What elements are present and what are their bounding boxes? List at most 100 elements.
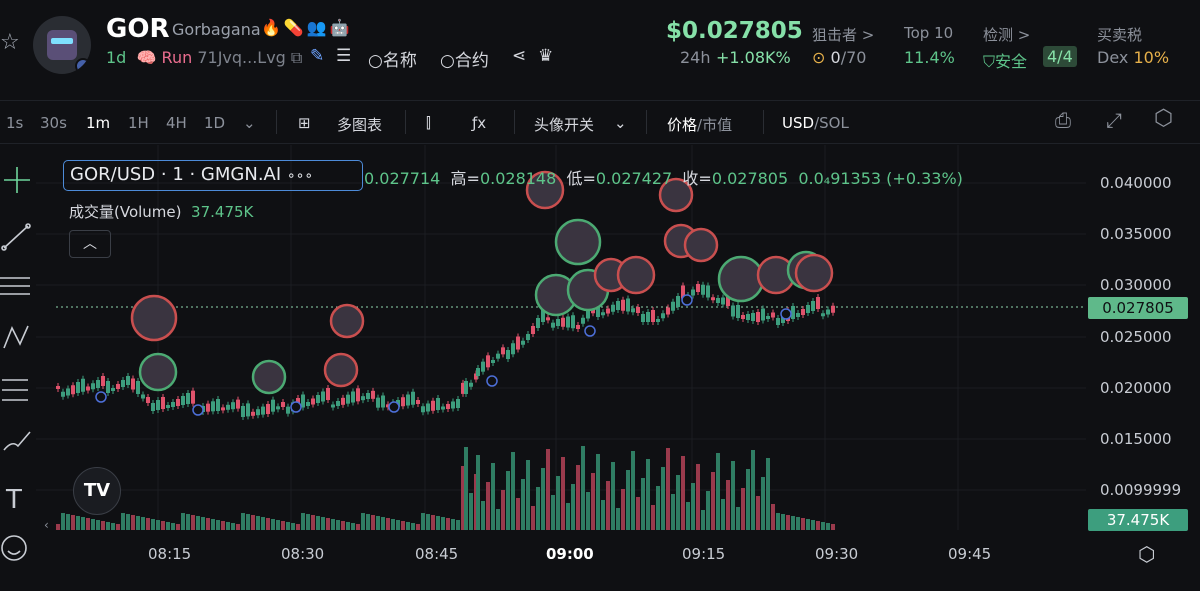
volume-bar — [421, 513, 425, 530]
emoji-icon[interactable] — [1, 535, 27, 561]
more-options-icon[interactable]: ∘∘∘ — [287, 168, 313, 184]
candle-body — [831, 305, 835, 313]
volume-bar — [656, 486, 660, 530]
volume-bar — [741, 488, 745, 530]
copy-icon[interactable]: ⧉ — [291, 48, 302, 67]
candle-body — [341, 397, 345, 405]
avatar-toggle-button[interactable]: 头像开关 — [534, 114, 594, 135]
candle-body — [431, 400, 435, 411]
volume-bar — [566, 503, 570, 530]
crown-icon[interactable]: ♛ — [538, 46, 553, 66]
chevron-down-icon[interactable]: ⌄ — [614, 114, 627, 132]
candle-type-icon[interactable]: ⫿ — [426, 114, 431, 132]
candle-body — [551, 322, 555, 328]
volume-bar — [776, 513, 780, 530]
token-address[interactable]: 71Jvq...Lvg — [197, 48, 286, 67]
text-tool-icon[interactable]: T — [5, 485, 22, 515]
timeframe-dropdown-icon[interactable]: ⌄ — [243, 114, 256, 132]
trader-avatar — [683, 227, 719, 263]
volume-bar — [626, 470, 630, 530]
last-price-tag: 0.027805 — [1088, 297, 1188, 319]
fullscreen-icon[interactable]: ⤢ — [1106, 108, 1122, 132]
volume-bar — [671, 494, 675, 530]
candle-body — [621, 299, 625, 311]
volume-bar — [456, 520, 460, 530]
trendline-icon[interactable] — [1, 223, 31, 251]
volume-bar — [691, 483, 695, 530]
run-icon: 🧠 — [131, 48, 157, 67]
volume-bar — [416, 524, 420, 530]
feather-icon[interactable]: ✎ — [310, 46, 324, 66]
brush-icon[interactable] — [3, 431, 31, 451]
volume-bar — [641, 478, 645, 530]
x-tick: 08:45 — [415, 545, 459, 563]
check-label[interactable]: 检测 > — [983, 24, 1030, 45]
change-period: 24h — [680, 48, 711, 67]
volume-bar — [816, 521, 820, 530]
indicator-fx-icon[interactable]: ƒx — [472, 114, 486, 132]
volume-bar — [331, 519, 335, 530]
tradingview-logo[interactable]: TV — [73, 467, 121, 515]
candle-body — [761, 308, 765, 321]
candle-body — [616, 301, 620, 310]
measure-icon[interactable] — [2, 379, 28, 401]
volume-bar — [469, 493, 473, 530]
volume-bar — [686, 502, 690, 530]
timeframe-1m[interactable]: 1m — [86, 114, 110, 132]
volume-bar — [591, 473, 595, 530]
volume-bar — [631, 451, 635, 530]
timeframe-1h[interactable]: 1H — [128, 114, 149, 132]
list-icon[interactable]: ☰ — [336, 46, 351, 66]
candle-body — [381, 395, 385, 408]
camera-icon[interactable]: ⎙ — [1055, 108, 1071, 132]
volume-bar — [351, 523, 355, 530]
candle-body — [81, 378, 85, 392]
token-avatar[interactable] — [33, 16, 91, 74]
pattern-icon[interactable] — [3, 325, 29, 349]
crosshair-icon[interactable] — [4, 167, 30, 193]
chart-pair-title[interactable]: GOR/USD · 1 · GMGN.AI ∘∘∘ — [63, 160, 363, 191]
candle-body — [746, 314, 750, 320]
share-icon[interactable]: ⋖ — [512, 46, 526, 66]
candle-body — [236, 399, 240, 409]
collapse-legend-button[interactable]: ︿ — [69, 230, 111, 258]
search-contract-button[interactable]: ○合约 — [440, 46, 489, 71]
volume-bar — [201, 517, 205, 530]
volume-bar — [401, 521, 405, 530]
volume-bar — [406, 522, 410, 530]
price-mcap-toggle[interactable]: 价格/市值 — [667, 114, 732, 135]
x-tick: 08:15 — [148, 545, 192, 563]
candle-body — [126, 376, 130, 385]
candle-body — [76, 382, 80, 393]
volume-bar — [831, 524, 835, 530]
usd-sol-toggle[interactable]: USD/SOL — [782, 114, 849, 132]
candle-body — [651, 310, 655, 322]
timeframe-4h[interactable]: 4H — [166, 114, 187, 132]
candle-body — [581, 317, 585, 324]
search-name-button[interactable]: ○名称 — [368, 46, 417, 71]
snipers-value: ⊙ 0/70 — [812, 48, 867, 67]
volume-bar — [731, 461, 735, 530]
candle-body — [666, 307, 670, 315]
volume-bar — [796, 517, 800, 530]
add-chart-icon[interactable]: ⊞ — [298, 114, 311, 132]
settings-gear-icon[interactable]: ⬡ — [1154, 106, 1173, 131]
timeframe-1d[interactable]: 1D — [204, 114, 225, 132]
timeframe-30s[interactable]: 30s — [40, 114, 67, 132]
volume-bar — [356, 524, 360, 530]
multi-chart-button[interactable]: 多图表 — [337, 114, 382, 135]
axis-settings-icon[interactable]: ⬡ — [1138, 542, 1155, 566]
snipers-label[interactable]: 狙击者 > — [812, 24, 874, 45]
token-age: 1d — [106, 48, 127, 67]
candle-body — [361, 396, 365, 401]
timeframe-1s[interactable]: 1s — [6, 114, 23, 132]
fib-icon[interactable] — [0, 277, 30, 295]
candle-body — [766, 316, 770, 319]
candle-body — [721, 297, 725, 305]
candle-body — [351, 391, 355, 403]
volume-bar — [341, 521, 345, 530]
volume-bar — [266, 518, 270, 530]
candle-body — [101, 376, 105, 386]
favorite-star-icon[interactable]: ☆ — [0, 30, 20, 55]
candle-body — [191, 390, 195, 404]
